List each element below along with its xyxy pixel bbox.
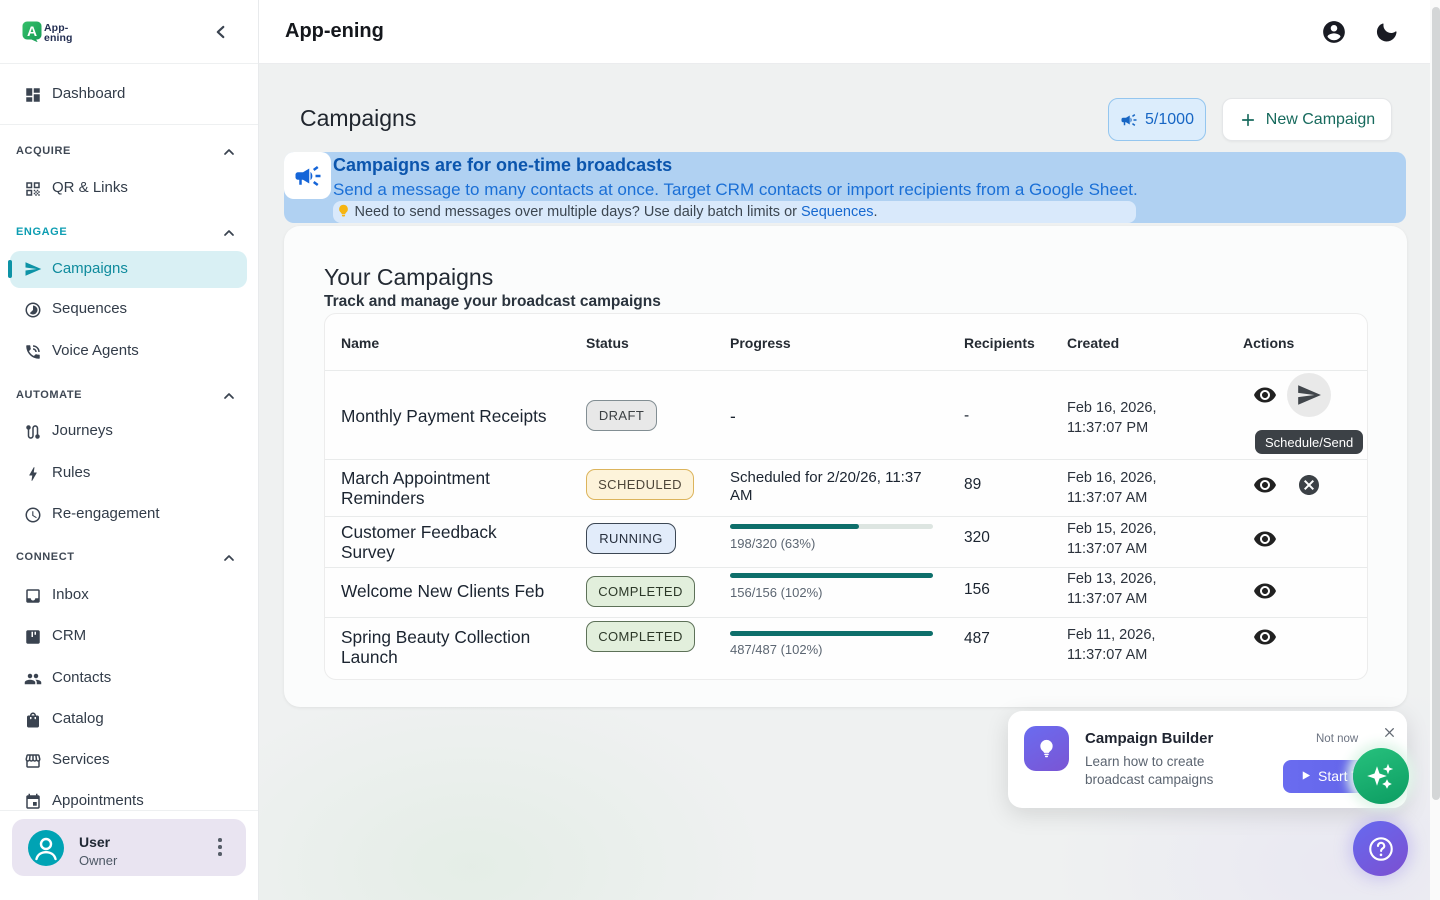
svg-text:A: A <box>27 23 37 39</box>
